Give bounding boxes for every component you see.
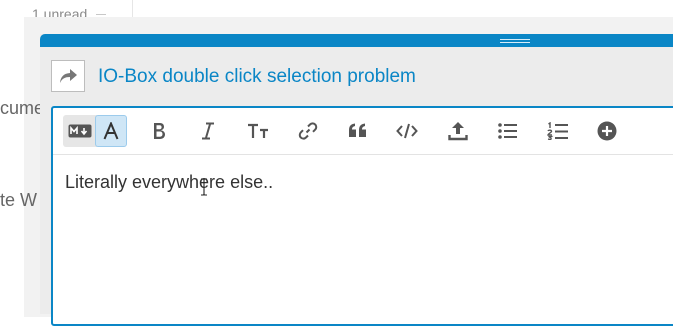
heading-icon	[248, 123, 268, 138]
editor[interactable]: Literally everywhere else..	[51, 106, 673, 326]
rich-text-mode-icon	[103, 122, 119, 140]
italic-button[interactable]	[194, 115, 222, 147]
upload-icon	[448, 122, 468, 141]
text-cursor-icon	[201, 178, 207, 196]
upload-button[interactable]	[443, 115, 473, 147]
code-button[interactable]	[392, 115, 422, 147]
topic-title-link[interactable]: IO-Box double click selection problem	[98, 66, 416, 88]
grip-line	[500, 39, 530, 40]
bold-button[interactable]	[145, 115, 173, 147]
divider	[132, 0, 133, 18]
divider	[96, 14, 106, 15]
composer-resize-bar[interactable]	[40, 34, 673, 47]
rich-text-mode-button[interactable]	[95, 115, 127, 147]
link-icon	[298, 122, 318, 140]
add-icon	[597, 121, 617, 141]
add-options-button[interactable]	[592, 115, 622, 147]
numbered-list-icon	[547, 122, 568, 140]
link-button[interactable]	[293, 115, 323, 147]
code-icon	[396, 123, 418, 139]
background-text: cume	[0, 98, 45, 118]
bullet-list-icon	[498, 123, 517, 139]
numbered-list-button[interactable]	[543, 115, 573, 147]
grip-line	[500, 42, 530, 43]
markdown-mode-icon	[68, 124, 92, 138]
heading-button[interactable]	[243, 115, 273, 147]
share-arrow-icon	[60, 69, 77, 83]
reply-composer: IO-Box double click selection problem Li…	[40, 34, 673, 326]
italic-icon	[202, 122, 214, 140]
editor-toolbar	[53, 108, 673, 155]
blockquote-icon	[349, 123, 366, 137]
markdown-mode-button[interactable]	[63, 115, 97, 147]
background-text: te W	[0, 190, 38, 210]
editor-content[interactable]: Literally everywhere else..	[65, 172, 273, 193]
bullet-list-button[interactable]	[493, 115, 523, 147]
reply-type-button[interactable]	[51, 60, 85, 92]
blockquote-button[interactable]	[343, 115, 373, 147]
bold-icon	[154, 123, 165, 139]
